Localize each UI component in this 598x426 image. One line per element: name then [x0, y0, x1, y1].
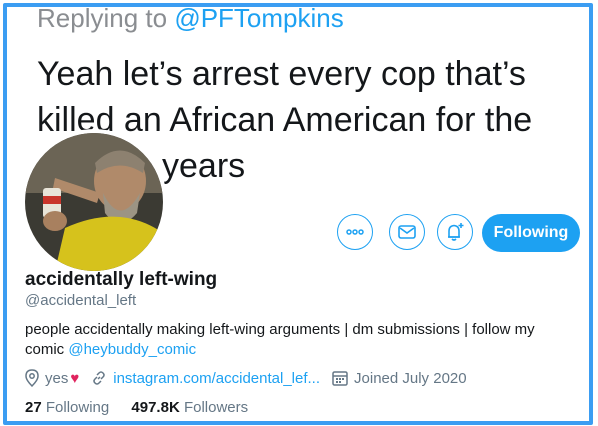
tweet-line-1: Yeah let’s arrest every cop that’s	[37, 55, 526, 93]
avatar-image	[25, 133, 163, 271]
following-label: Following	[45, 399, 110, 416]
following-count: 27	[25, 399, 42, 416]
following-stat[interactable]: 27 Following	[25, 399, 109, 416]
avatar[interactable]	[21, 129, 167, 275]
website: instagram.com/accidental_lef...	[91, 370, 320, 387]
location: yes ♥	[25, 369, 79, 387]
screenshot-frame: Replying to @PFTompkins Yeah let’s arres…	[3, 3, 593, 425]
bio-link[interactable]: @heybuddy_comic	[68, 341, 196, 358]
replying-to-prefix: Replying to	[37, 3, 175, 33]
location-text: yes	[45, 369, 69, 387]
joined-date: Joined July 2020	[332, 370, 467, 387]
joined-text: Joined July 2020	[354, 369, 467, 387]
profile-handle: @accidental_left	[25, 292, 137, 309]
heart-icon: ♥	[70, 369, 80, 387]
calendar-icon	[332, 371, 348, 386]
message-button[interactable]	[389, 214, 425, 250]
replying-to-line: Replying to @PFTompkins	[37, 3, 344, 34]
profile-stats: 27 Following 497.8K Followers	[25, 399, 266, 416]
message-icon	[398, 225, 416, 239]
profile-bio: people accidentally making left-wing arg…	[25, 320, 575, 360]
more-button[interactable]	[337, 214, 373, 250]
followers-count: 497.8K	[131, 399, 180, 416]
website-link[interactable]: instagram.com/accidental_lef...	[113, 370, 320, 387]
following-button[interactable]: Following	[482, 214, 580, 252]
link-icon	[93, 371, 105, 385]
profile-name: accidentally left-wing	[25, 269, 218, 290]
followers-stat[interactable]: 497.8K Followers	[131, 399, 248, 416]
reply-handle-link[interactable]: @PFTompkins	[174, 7, 343, 33]
notification-bell-icon	[448, 223, 464, 241]
more-icon	[346, 229, 364, 235]
notifications-button[interactable]	[437, 214, 473, 250]
followers-label: Followers	[183, 399, 249, 416]
location-pin-icon	[25, 369, 39, 387]
profile-meta: yes ♥ instagram.com/accidental_lef... Joi…	[25, 369, 479, 387]
